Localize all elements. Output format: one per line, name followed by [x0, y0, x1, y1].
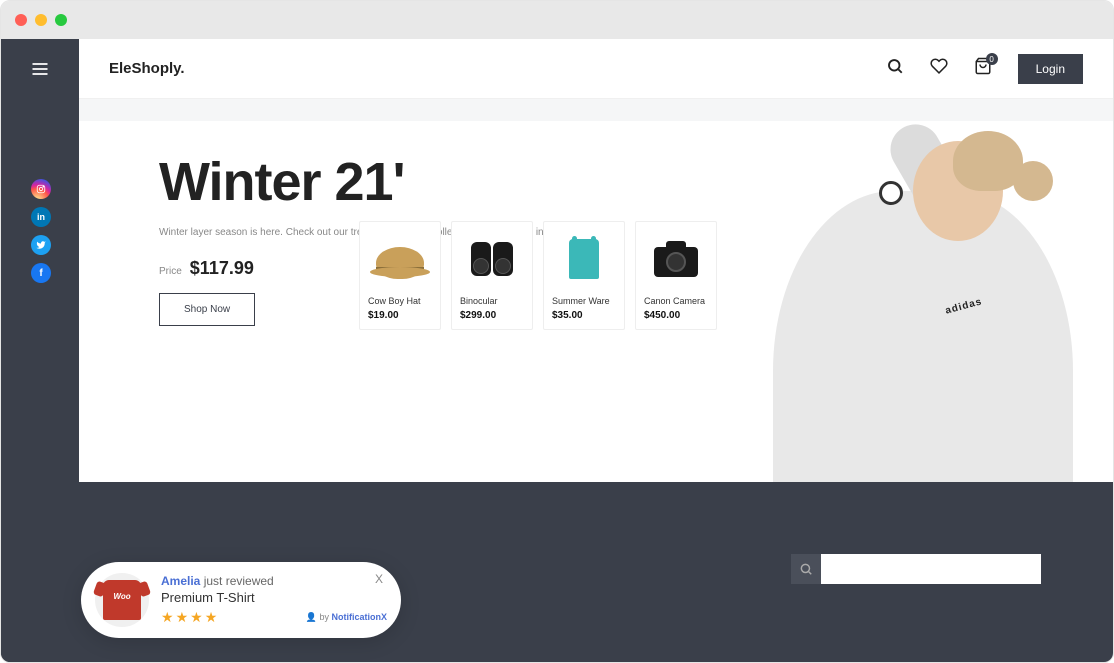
shop-now-button[interactable]: Shop Now [159, 293, 255, 326]
notification-rating: ★ ★ ★ ★ [161, 609, 217, 626]
menu-toggle[interactable] [30, 59, 50, 84]
notification-headline: Amelia just reviewed [161, 574, 387, 588]
product-name: Summer Ware [552, 296, 616, 306]
hero-model-image: adidas [693, 121, 1113, 541]
star-icon: ★ [176, 609, 189, 626]
product-image-hat [368, 230, 432, 288]
product-card[interactable]: Summer Ware $35.00 [543, 221, 625, 330]
product-card[interactable]: Binocular $299.00 [451, 221, 533, 330]
price-value: $117.99 [190, 258, 254, 279]
notification-attribution: 👤 by NotificationX [306, 612, 387, 623]
notification-action: just reviewed [204, 574, 274, 588]
product-name: Cow Boy Hat [368, 296, 432, 306]
star-icon: ★ [205, 609, 218, 626]
wishlist-icon[interactable] [930, 57, 948, 80]
social-links: in f [31, 179, 51, 283]
cart-icon[interactable]: 0 [974, 57, 992, 80]
login-button[interactable]: Login [1018, 54, 1083, 84]
linkedin-icon[interactable]: in [31, 207, 51, 227]
product-card[interactable]: Cow Boy Hat $19.00 [359, 221, 441, 330]
browser-titlebar [1, 1, 1113, 39]
window-maximize-dot[interactable] [55, 14, 67, 26]
footer-search [791, 554, 1041, 584]
twitter-icon[interactable] [31, 235, 51, 255]
site-header: EleShoply. 0 Login [79, 39, 1113, 99]
notification-toast: Woo Amelia just reviewed Premium T-Shirt… [81, 562, 401, 638]
hero-price: Price $117.99 [159, 258, 279, 279]
site-logo[interactable]: EleShoply. [109, 60, 185, 77]
page-body: in f EleShoply. 0 Login [1, 39, 1113, 662]
notification-reviewer: Amelia [161, 574, 200, 588]
product-price: $19.00 [368, 310, 432, 321]
star-icon: ★ [161, 609, 174, 626]
facebook-icon[interactable]: f [31, 263, 51, 283]
product-grid: Cow Boy Hat $19.00 Binocular $299.00 Sum… [359, 221, 717, 330]
star-icon: ★ [190, 609, 203, 626]
notification-product-image: Woo [95, 573, 149, 627]
product-image-tank [552, 230, 616, 288]
product-price: $299.00 [460, 310, 524, 321]
window-close-dot[interactable] [15, 14, 27, 26]
notification-close-button[interactable]: X [375, 572, 383, 586]
product-image-binocular [460, 230, 524, 288]
notification-product: Premium T-Shirt [161, 590, 387, 605]
header-actions: 0 Login [886, 54, 1083, 84]
footer-search-button[interactable] [791, 554, 821, 584]
footer-search-input[interactable] [821, 554, 1041, 584]
price-label: Price [159, 266, 182, 277]
cart-count-badge: 0 [986, 53, 998, 65]
product-price: $35.00 [552, 310, 616, 321]
browser-window: in f EleShoply. 0 Login [0, 0, 1114, 663]
search-icon[interactable] [886, 57, 904, 80]
window-minimize-dot[interactable] [35, 14, 47, 26]
product-name: Binocular [460, 296, 524, 306]
instagram-icon[interactable] [31, 179, 51, 199]
